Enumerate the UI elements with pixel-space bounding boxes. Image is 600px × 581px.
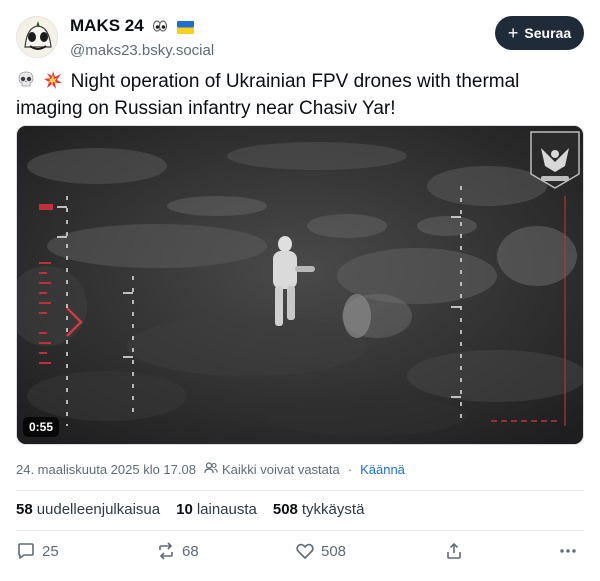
avatar[interactable]	[16, 16, 58, 58]
more-options-button[interactable]	[558, 541, 578, 561]
post-meta: 24. maaliskuuta 2025 klo 17.08 Kaikki vo…	[16, 462, 584, 477]
divider	[16, 490, 584, 491]
more-icon	[558, 541, 578, 561]
stat-reposts[interactable]: 58 uudelleenjulkaisua	[16, 501, 160, 518]
repost-count: 68	[182, 542, 199, 560]
reply-icon	[16, 541, 36, 561]
ukraine-flag-emoji-icon	[177, 19, 195, 39]
plus-icon: +	[507, 23, 519, 43]
like-count: 508	[321, 542, 347, 560]
reply-button[interactable]: 25	[16, 541, 59, 561]
follow-button[interactable]: + Seuraa	[495, 16, 584, 50]
like-button[interactable]: 508	[295, 541, 346, 561]
post-actions: 25 68 508	[16, 541, 584, 569]
reply-setting: Kaikki voivat vastata	[204, 462, 340, 477]
post-text: Night operation of Ukrainian FPV drones …	[16, 70, 576, 121]
heart-icon	[295, 541, 315, 561]
eyes-emoji-icon	[152, 18, 168, 39]
repost-button[interactable]: 68	[156, 541, 199, 561]
skull-emoji-icon	[16, 70, 36, 97]
people-icon	[204, 462, 218, 477]
thermal-video-frame	[17, 126, 583, 444]
share-button[interactable]	[444, 541, 464, 561]
author-info: MAKS 24 @maks23.bsky.social	[70, 16, 214, 61]
post-timestamp[interactable]: 24. maaliskuuta 2025 klo 17.08	[16, 462, 196, 477]
stat-quotes[interactable]: 10 lainausta	[176, 501, 257, 518]
stat-likes[interactable]: 508 tykkäystä	[273, 501, 365, 518]
video-duration: 0:55	[23, 417, 60, 437]
meta-separator: ·	[347, 462, 353, 477]
post-stats: 58 uudelleenjulkaisua 10 lainausta 508 tykk…	[16, 501, 364, 518]
post-header: MAKS 24 @maks23.bsky.social + Seuraa	[16, 14, 584, 60]
author-handle[interactable]: @maks23.bsky.social	[70, 41, 214, 61]
translate-link[interactable]: Käännä	[360, 462, 405, 477]
repost-icon	[156, 541, 176, 561]
reply-count: 25	[42, 542, 59, 560]
author-display-name[interactable]: MAKS 24	[70, 16, 214, 39]
share-icon	[444, 541, 464, 561]
divider	[16, 530, 584, 531]
explosion-emoji-icon	[43, 70, 63, 97]
video-player[interactable]: 0:55	[16, 125, 584, 445]
post-body-text: Night operation of Ukrainian FPV drones …	[16, 71, 520, 119]
